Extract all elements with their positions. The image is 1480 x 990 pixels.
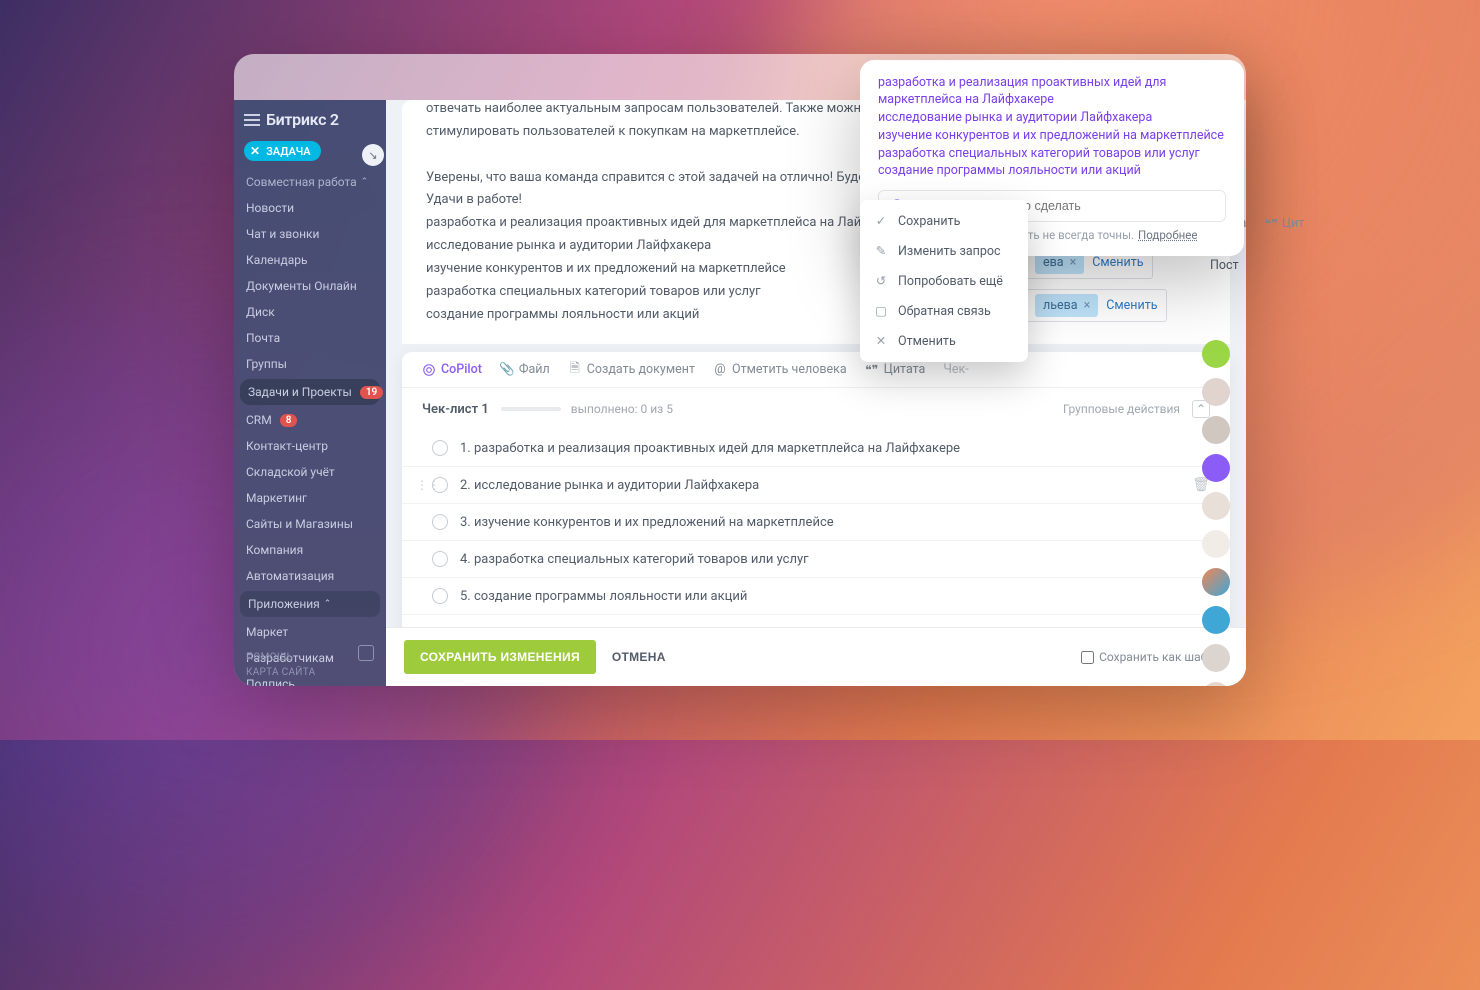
quote-icon: ❝❞ — [865, 363, 879, 377]
checklist-item[interactable]: ⋮⋮ 5. создание программы лояльности или … — [402, 578, 1230, 615]
paperclip-icon: 📎 — [500, 363, 514, 377]
sidebar-item-company[interactable]: Компания — [234, 537, 386, 563]
ctx-save[interactable]: ✓Сохранить — [860, 206, 1028, 236]
close-icon[interactable]: ✕ — [250, 144, 260, 158]
sidebar-item-chat[interactable]: Чат и звонки — [234, 221, 386, 247]
app-brand: Битрикс 2 — [266, 110, 339, 129]
ctx-feedback[interactable]: ▢Обратная связь — [860, 296, 1028, 326]
more-link[interactable]: Подробнее — [1138, 228, 1197, 242]
creator-field[interactable]: льева× Сменить — [1026, 289, 1167, 322]
checklist-progress: выполнено: 0 из 5 — [571, 402, 673, 416]
chevron-up-icon: ⌃ — [324, 599, 332, 609]
avatar[interactable] — [1202, 340, 1230, 368]
undo-icon: ↺ — [874, 273, 888, 289]
sidebar-item-automation[interactable]: Автоматизация — [234, 563, 386, 589]
sidebar-item-disk[interactable]: Диск — [234, 299, 386, 325]
sidebar-item-market[interactable]: Маркет — [234, 619, 386, 645]
avatar[interactable] — [1202, 530, 1230, 558]
avatar[interactable] — [1202, 682, 1230, 686]
tasks-badge: 19 — [360, 386, 383, 399]
checklist-card: CoPilot 📎 Файл 🗎 Создать документ @ — [402, 352, 1230, 627]
copilot-context-menu: ✓Сохранить ✎Изменить запрос ↺Попробовать… — [860, 200, 1028, 362]
sidebar-item-sites[interactable]: Сайты и Магазины — [234, 511, 386, 537]
participants-rail — [1202, 340, 1230, 686]
ctx-edit[interactable]: ✎Изменить запрос — [860, 236, 1028, 266]
avatar[interactable] — [1202, 492, 1230, 520]
checklist-progress-bar — [501, 407, 561, 411]
close-icon: ✕ — [874, 333, 888, 349]
document-icon: 🗎 — [568, 363, 582, 377]
checkbox[interactable] — [432, 477, 448, 493]
avatar[interactable] — [1202, 606, 1230, 634]
chevron-up-icon: ⌃ — [361, 177, 369, 187]
avatar[interactable] — [1202, 644, 1230, 672]
sidebar-item-warehouse[interactable]: Складской учёт — [234, 459, 386, 485]
toolbar-mention[interactable]: @ Отметить человека — [713, 362, 847, 377]
sidebar-item-apps[interactable]: Приложения⌃ — [240, 591, 380, 617]
change-link[interactable]: Сменить — [1092, 255, 1143, 270]
checkbox[interactable] — [432, 440, 448, 456]
cancel-button[interactable]: ОТМЕНА — [612, 650, 666, 664]
check-icon: ✓ — [874, 213, 888, 229]
sidebar-item-groups[interactable]: Группы — [234, 351, 386, 377]
sidebar-item-tasks[interactable]: Задачи и Проекты19 — [240, 379, 380, 405]
quote-icon: ❝❞ — [1264, 216, 1277, 232]
setter-label: Пост — [1210, 258, 1239, 273]
avatar[interactable] — [1202, 378, 1230, 406]
checkbox[interactable] — [432, 514, 448, 530]
toolbar-file[interactable]: 📎 Файл — [500, 362, 550, 377]
group-actions-link[interactable]: Групповые действия — [1063, 402, 1180, 416]
avatar[interactable] — [1202, 568, 1230, 596]
checklist-item[interactable]: ⋮⋮ 3. изучение конкурентов и их предложе… — [402, 504, 1230, 541]
ctx-retry[interactable]: ↺Попробовать ещё — [860, 266, 1028, 296]
pencil-icon: ✎ — [874, 243, 888, 259]
toolbar-quote[interactable]: ❝❞ Цитата — [865, 362, 926, 377]
sidebar-item-docs[interactable]: Документы Онлайн — [234, 273, 386, 299]
save-button[interactable]: СОХРАНИТЬ ИЗМЕНЕНИЯ — [404, 640, 596, 674]
checklist-item[interactable]: ⋮⋮ 2. исследование рынка и аудитории Лай… — [402, 467, 1230, 504]
sidebar-item-calendar[interactable]: Календарь — [234, 247, 386, 273]
sidebar-item-contact[interactable]: Контакт-центр — [234, 433, 386, 459]
sidebar-sitemap[interactable]: КАРТА САЙТА — [246, 667, 374, 678]
checklist-item[interactable]: ⋮⋮ 4. разработка специальных категорий т… — [402, 541, 1230, 578]
avatar[interactable] — [1202, 454, 1230, 482]
assignee-fields: ева× Сменить льева× Сменить — [1026, 246, 1167, 322]
chat-icon: ▢ — [874, 303, 888, 319]
remove-icon[interactable]: × — [1070, 255, 1077, 270]
editor-toolbar: CoPilot 📎 Файл 🗎 Создать документ @ — [402, 352, 1230, 388]
sidebar-help[interactable]: ПОМОЩЬ — [246, 652, 374, 663]
remove-icon[interactable]: × — [1084, 298, 1091, 313]
task-chip[interactable]: ✕ ЗАДАЧА — [244, 141, 321, 161]
toolbar-copilot[interactable]: CoPilot — [422, 362, 482, 377]
sidebar-item-news[interactable]: Новости — [234, 195, 386, 221]
sidebar-item-crm[interactable]: CRM8 — [234, 407, 386, 433]
crm-badge: 8 — [280, 414, 298, 427]
toolbar-create-doc[interactable]: 🗎 Создать документ — [568, 362, 695, 377]
bottom-bar: СОХРАНИТЬ ИЗМЕНЕНИЯ ОТМЕНА Сохранить как… — [386, 627, 1246, 686]
checkbox[interactable] — [432, 551, 448, 567]
checklist-title[interactable]: Чек-лист 1 — [422, 402, 489, 417]
sidebar-section-collab[interactable]: Совместная работа ⌃ — [234, 169, 386, 195]
sidebar-item-marketing[interactable]: Маркетинг — [234, 485, 386, 511]
sidebar-item-mail[interactable]: Почта — [234, 325, 386, 351]
change-link[interactable]: Сменить — [1106, 298, 1157, 313]
user-chip[interactable]: льева× — [1035, 294, 1098, 317]
expand-icon[interactable]: ↘ — [362, 144, 384, 166]
cube-icon[interactable] — [358, 645, 374, 661]
sparkle-icon — [422, 363, 436, 377]
checklist-item[interactable]: ⋮⋮ 1. разработка и реализация проактивны… — [402, 430, 1230, 467]
ctx-cancel[interactable]: ✕Отменить — [860, 326, 1028, 356]
avatar[interactable] — [1202, 416, 1230, 444]
toolbar-checklist-cut[interactable]: Чек- — [943, 362, 968, 377]
save-template-checkbox[interactable] — [1081, 651, 1094, 664]
menu-icon[interactable] — [244, 114, 260, 126]
checkbox[interactable] — [432, 588, 448, 604]
drag-icon[interactable]: ⋮⋮ — [416, 478, 428, 492]
generated-lines: разработка и реализация проактивных идей… — [878, 75, 1226, 180]
sidebar: Битрикс 2 ✕ ЗАДАЧА ↘ Совместная работа ⌃… — [234, 100, 386, 686]
at-icon: @ — [713, 363, 727, 377]
